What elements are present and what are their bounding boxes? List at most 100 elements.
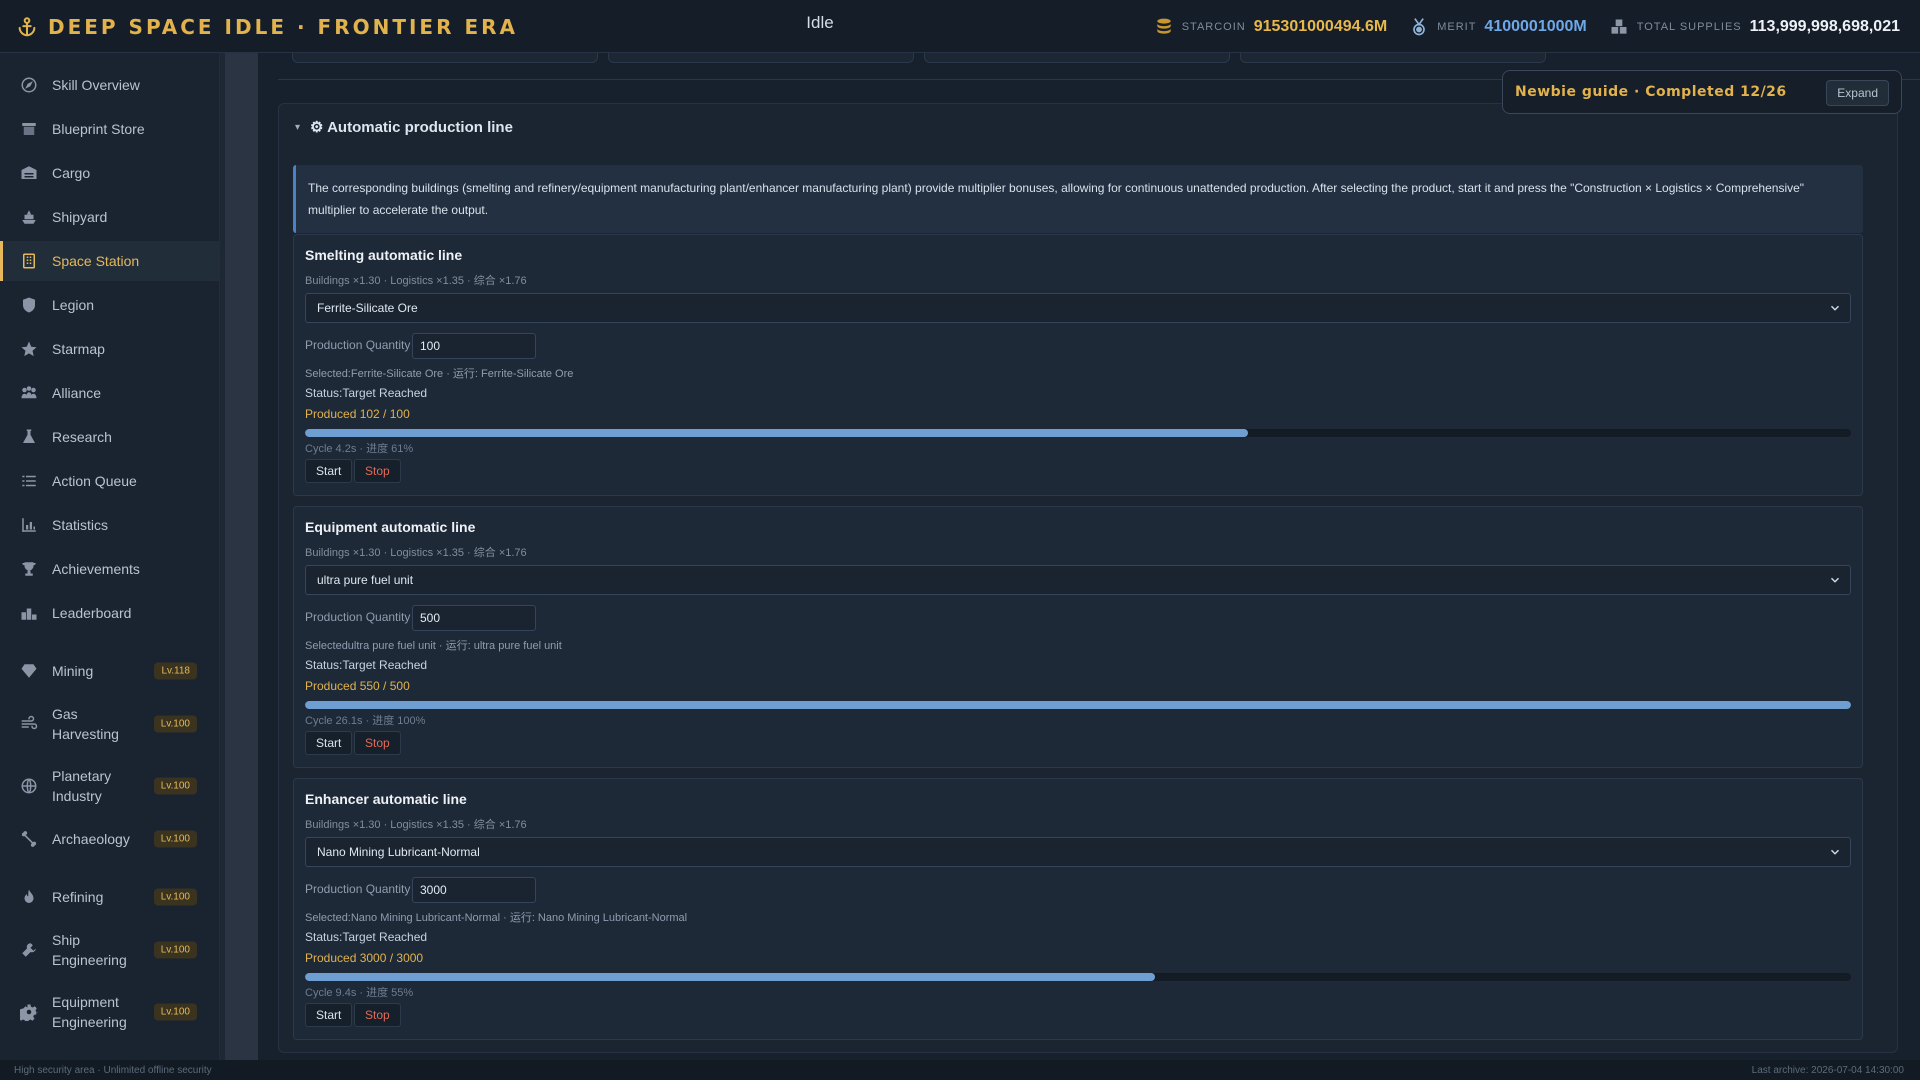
- enhancer-line-card: Enhancer automatic line Buildings ×1.30 …: [293, 778, 1863, 1040]
- globe-icon: [21, 778, 37, 794]
- sidebar-item-statistics[interactable]: Statistics: [0, 505, 220, 545]
- chevron-down-icon: [1830, 849, 1840, 855]
- qty-label: Production Quantity: [305, 610, 411, 624]
- sidebar-skill-refining[interactable]: Refining Lv.100: [0, 877, 220, 917]
- progress-bar: [305, 973, 1851, 981]
- product-select[interactable]: Nano Mining Lubricant-Normal: [305, 837, 1851, 867]
- app-title: DEEP SPACE IDLE · FRONTIER ERA: [48, 15, 518, 39]
- sidebar-item-starmap[interactable]: Starmap: [0, 329, 220, 369]
- produced-text: Produced 550 / 500: [305, 679, 410, 693]
- supplies-stat: TOTAL SUPPLIES 113,999,998,698,021: [1609, 17, 1900, 37]
- product-select-value: Ferrite-Silicate Ore: [317, 301, 418, 315]
- medal-icon: [1413, 18, 1426, 36]
- sidebar-skill-archaeology[interactable]: Archaeology Lv.100: [0, 819, 220, 859]
- newbie-guide-panel: Newbie guide · Completed 12/26 Expand: [1502, 70, 1902, 114]
- sidebar-item-blueprint-store[interactable]: Blueprint Store: [0, 109, 220, 149]
- prev-card: [1240, 53, 1546, 63]
- sidebar-item-label: Legion: [52, 297, 95, 313]
- store-icon: [22, 123, 36, 135]
- resource-stats: STARCOIN 915301000494.6M MERIT 410000100…: [1154, 12, 1900, 42]
- star-icon: [21, 341, 37, 357]
- sidebar-item-label: Cargo: [52, 165, 91, 181]
- selected-text: Selected:Ferrite-Silicate Ore · 运行: Ferr…: [305, 368, 574, 380]
- sidebar-item-label: Starmap: [52, 341, 105, 357]
- sidebar-item-cargo[interactable]: Cargo: [0, 153, 220, 193]
- skill-label: Archaeology: [52, 831, 130, 847]
- gear-icon: [20, 1004, 38, 1021]
- line-title: Enhancer automatic line: [305, 791, 467, 807]
- sidebar-item-leaderboard[interactable]: Leaderboard: [0, 593, 220, 633]
- quantity-input[interactable]: [412, 333, 536, 359]
- sidebar-item-alliance[interactable]: Alliance: [0, 373, 220, 413]
- stop-button[interactable]: Stop: [354, 1003, 401, 1027]
- sidebar-item-label: Statistics: [52, 517, 109, 533]
- sidebar-skill-ship-engineering[interactable]: Ship Engineering Lv.100: [0, 922, 220, 978]
- skill-label: Ship Engineering: [52, 932, 127, 968]
- sidebar-item-research[interactable]: Research: [0, 417, 220, 457]
- chart-icon: [22, 518, 36, 532]
- section-title: ⚙ Automatic production line: [310, 119, 513, 136]
- sidebar-item-action-queue[interactable]: Action Queue: [0, 461, 220, 501]
- sidebar-item-label: Achievements: [52, 561, 140, 577]
- brand: DEEP SPACE IDLE · FRONTIER ERA: [16, 12, 518, 42]
- supplies-value: 113,999,998,698,021: [1749, 18, 1900, 35]
- wrench-icon: [22, 943, 36, 957]
- sidebar-item-achievements[interactable]: Achievements: [0, 549, 220, 589]
- sidebar-item-label: Alliance: [52, 385, 102, 401]
- guide-progress-text: Newbie guide · Completed 12/26: [1515, 84, 1787, 100]
- anchor-icon: [18, 17, 36, 37]
- smelting-line-card: Smelting automatic line Buildings ×1.30 …: [293, 234, 1863, 496]
- selected-text: Selected:Nano Mining Lubricant-Normal · …: [305, 912, 688, 924]
- sidebar-item-legion[interactable]: Legion: [0, 285, 220, 325]
- level-badge: Lv.100: [153, 715, 197, 733]
- scrollbar-thumb[interactable]: [225, 53, 259, 1060]
- produced-text: Produced 102 / 100: [305, 407, 410, 421]
- starcoin-label: STARCOIN: [1181, 21, 1246, 33]
- level-badge: Lv.100: [153, 888, 197, 906]
- info-box: The corresponding buildings (smelting an…: [293, 165, 1863, 233]
- shield-icon: [23, 297, 35, 313]
- sidebar-item-label: Action Queue: [52, 473, 137, 489]
- collapse-caret-icon[interactable]: ▾: [295, 122, 300, 133]
- product-select[interactable]: Ferrite-Silicate Ore: [305, 293, 1851, 323]
- sidebar-skill-planetary-industry[interactable]: Planetary Industry Lv.100: [0, 758, 220, 814]
- last-archive: Last archive: 2026-07-04 14:30:00: [1751, 1065, 1904, 1076]
- quantity-input[interactable]: [412, 877, 536, 903]
- progress-fill: [305, 701, 1851, 709]
- start-button[interactable]: Start: [305, 1003, 353, 1027]
- qty-label: Production Quantity: [305, 882, 411, 896]
- stop-button[interactable]: Stop: [354, 459, 401, 483]
- section-header[interactable]: ▾ ⚙ Automatic production line: [295, 118, 513, 136]
- start-button[interactable]: Start: [305, 459, 353, 483]
- expand-button[interactable]: Expand: [1826, 80, 1889, 106]
- sidebar-item-shipyard[interactable]: Shipyard: [0, 197, 220, 237]
- gem-icon: [21, 664, 37, 678]
- stop-button[interactable]: Stop: [354, 731, 401, 755]
- coins-icon: [1157, 18, 1171, 34]
- list-icon: [22, 475, 36, 487]
- sidebar-item-space-station[interactable]: Space Station: [0, 241, 220, 281]
- skill-label: Gas Harvesting: [52, 706, 119, 742]
- status-text: Status:Target Reached: [305, 658, 428, 672]
- start-button[interactable]: Start: [305, 731, 353, 755]
- product-select[interactable]: ultra pure fuel unit: [305, 565, 1851, 595]
- trophy-icon: [22, 562, 36, 576]
- sidebar-skill-equipment-engineering[interactable]: Equipment Engineering Lv.100: [0, 984, 220, 1040]
- security-status: High security area · Unlimited offline s…: [14, 1065, 212, 1076]
- progress-fill: [305, 429, 1249, 437]
- product-select-value: Nano Mining Lubricant-Normal: [317, 845, 480, 859]
- sidebar-item-label: Shipyard: [52, 209, 108, 225]
- level-badge: Lv.100: [153, 1003, 197, 1021]
- quantity-input[interactable]: [412, 605, 536, 631]
- bone-icon: [21, 831, 37, 847]
- sidebar-item-label: Space Station: [52, 253, 140, 269]
- cycle-text: Cycle 9.4s · 进度 55%: [305, 987, 414, 999]
- level-badge: Lv.100: [153, 830, 197, 848]
- podium-icon: [21, 608, 37, 620]
- station-icon: [23, 253, 35, 269]
- sidebar-item-skill-overview[interactable]: Skill Overview: [0, 65, 220, 105]
- boxes-icon: [1611, 19, 1627, 34]
- status-text: Status:Target Reached: [305, 930, 428, 944]
- sidebar-skill-gas-harvesting[interactable]: Gas Harvesting Lv.100: [0, 696, 220, 752]
- sidebar-skill-mining[interactable]: Mining Lv.118: [0, 651, 220, 691]
